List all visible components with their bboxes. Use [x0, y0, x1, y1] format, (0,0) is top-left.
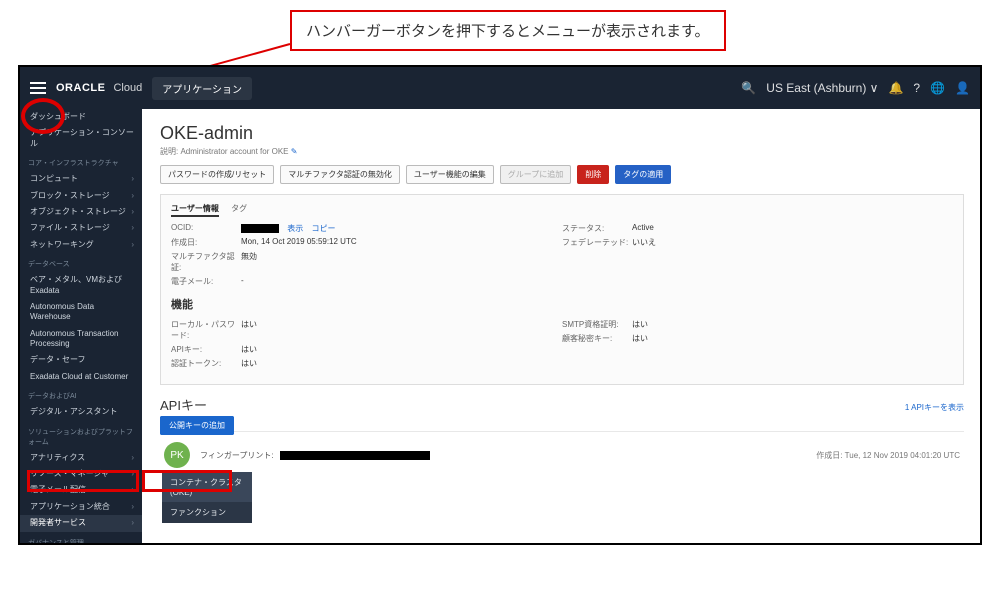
- highlight-dev-services: [27, 470, 139, 492]
- chevron-right-icon: ›: [131, 518, 134, 528]
- federated-value: いいえ: [632, 237, 656, 248]
- chevron-right-icon: ›: [131, 174, 134, 184]
- edit-icon[interactable]: ✎: [291, 147, 298, 156]
- status-value: Active: [632, 223, 654, 234]
- sidebar-item-bm-vm-exadata[interactable]: ベア・メタル、VMおよびExadata: [20, 272, 142, 299]
- custkey-label: 顧客秘密キー:: [562, 333, 632, 344]
- api-show-all-link[interactable]: 1 APIキーを表示: [905, 402, 964, 413]
- sidebar-group-data-ai: データおよびAI: [20, 385, 142, 404]
- region-selector[interactable]: US East (Ashburn) ∨: [766, 81, 878, 95]
- avatar: PK: [164, 442, 190, 468]
- help-icon[interactable]: ?: [913, 81, 920, 95]
- email-value: -: [241, 276, 244, 287]
- submenu-functions[interactable]: ファンクション: [162, 502, 252, 523]
- api-keys-heading: APIキー: [160, 395, 207, 414]
- user-icon[interactable]: 👤: [955, 81, 970, 95]
- sidebar-item-compute[interactable]: コンピュート›: [20, 171, 142, 187]
- globe-icon[interactable]: 🌐: [930, 81, 945, 95]
- page-title: OKE-admin: [160, 123, 964, 144]
- sidebar-group-solutions: ソリューションおよびプラットフォーム: [20, 421, 142, 450]
- page-subtitle: 説明: Administrator account for OKE ✎: [160, 146, 964, 157]
- sidebar-item-object-storage[interactable]: オブジェクト・ストレージ›: [20, 204, 142, 220]
- chevron-right-icon: ›: [131, 191, 134, 201]
- api-key-row: PK フィンガープリント: 作成日: Tue, 12 Nov 2019 04:0…: [160, 431, 964, 478]
- edit-user-caps-button[interactable]: ユーザー機能の編集: [406, 165, 494, 184]
- delete-button[interactable]: 削除: [577, 165, 609, 184]
- chevron-right-icon: ›: [131, 207, 134, 217]
- tab-tags[interactable]: タグ: [231, 204, 247, 215]
- ocid-redacted: [241, 224, 279, 233]
- highlight-hamburger-circle: [21, 98, 65, 134]
- api-date-label: 作成日:: [816, 451, 842, 460]
- sidebar-group-db: データベース: [20, 253, 142, 272]
- sidebar-item-analytics[interactable]: アナリティクス›: [20, 450, 142, 466]
- apikey-value: はい: [241, 344, 257, 355]
- custkey-value: はい: [632, 333, 648, 344]
- federated-label: フェデレーテッド:: [562, 237, 632, 248]
- apikey-label: APIキー:: [171, 344, 241, 355]
- sidebar-item-app-integration[interactable]: アプリケーション統合›: [20, 499, 142, 515]
- callout-hamburger: ハンバーガーボタンを押下するとメニューが表示されます。: [290, 10, 726, 51]
- capabilities-heading: 機能: [171, 296, 953, 312]
- created-value: Mon, 14 Oct 2019 05:59:12 UTC: [241, 237, 357, 248]
- reset-password-button[interactable]: パスワードの作成/リセット: [160, 165, 274, 184]
- localpw-value: はい: [241, 319, 257, 341]
- sidebar-item-exacc[interactable]: Exadata Cloud at Customer: [20, 369, 142, 385]
- topbar: ORACLE Cloud アプリケーション 🔍 US East (Ashburn…: [20, 67, 980, 109]
- sidebar-item-adw[interactable]: Autonomous Data Warehouse: [20, 299, 142, 326]
- sidebar-item-block-storage[interactable]: ブロック・ストレージ›: [20, 188, 142, 204]
- authtoken-value: はい: [241, 358, 257, 369]
- smtp-value: はい: [632, 319, 648, 330]
- apps-dropdown[interactable]: アプリケーション: [152, 77, 252, 100]
- localpw-label: ローカル・パスワード:: [171, 319, 241, 341]
- email-label: 電子メール:: [171, 276, 241, 287]
- status-label: ステータス:: [562, 223, 632, 234]
- disable-mfa-button[interactable]: マルチファクタ認証の無効化: [280, 165, 400, 184]
- sidebar-group-core: コア・インフラストラクチャ: [20, 152, 142, 171]
- main-content: OKE-admin 説明: Administrator account for …: [142, 109, 980, 543]
- sidebar-item-data-safe[interactable]: データ・セーフ: [20, 352, 142, 368]
- add-public-key-button[interactable]: 公開キーの追加: [160, 416, 234, 435]
- sidebar-item-networking[interactable]: ネットワーキング›: [20, 237, 142, 253]
- ocid-copy-link[interactable]: コピー: [311, 224, 335, 233]
- authtoken-label: 認証トークン:: [171, 358, 241, 369]
- sidebar-item-file-storage[interactable]: ファイル・ストレージ›: [20, 220, 142, 236]
- sidebar-group-governance: ガバナンスと管理: [20, 532, 142, 543]
- created-label: 作成日:: [171, 237, 241, 248]
- tabs: ユーザー情報 タグ: [171, 203, 953, 214]
- chevron-right-icon: ›: [131, 223, 134, 233]
- notification-icon[interactable]: 🔔: [888, 81, 903, 95]
- sidebar-item-digital-assistant[interactable]: デジタル・アシスタント: [20, 404, 142, 420]
- brand-suffix: Cloud: [113, 82, 142, 94]
- apply-tags-button[interactable]: タグの適用: [615, 165, 671, 184]
- brand: ORACLE: [56, 82, 105, 94]
- chevron-right-icon: ›: [131, 453, 134, 463]
- search-icon[interactable]: 🔍: [741, 81, 756, 95]
- chevron-right-icon: ›: [131, 502, 134, 512]
- mfa-label: マルチファクタ認証:: [171, 251, 241, 273]
- ocid-label: OCID:: [171, 223, 241, 234]
- topbar-right: 🔍 US East (Ashburn) ∨ 🔔 ? 🌐 👤: [741, 81, 970, 95]
- highlight-container-cluster: [142, 470, 232, 492]
- hamburger-button[interactable]: [30, 82, 46, 94]
- tab-user-info[interactable]: ユーザー情報: [171, 204, 219, 217]
- fingerprint-redacted: [280, 451, 430, 460]
- add-to-group-button[interactable]: グループに追加: [500, 165, 572, 184]
- smtp-label: SMTP資格証明:: [562, 319, 632, 330]
- ocid-show-link[interactable]: 表示: [287, 224, 303, 233]
- sidebar-item-atp[interactable]: Autonomous Transaction Processing: [20, 326, 142, 353]
- sidebar-item-developer-services[interactable]: 開発者サービス›: [20, 515, 142, 531]
- api-date-value: Tue, 12 Nov 2019 04:01:20 UTC: [845, 451, 960, 460]
- user-info-panel: ユーザー情報 タグ OCID: 表示 コピー 作成日:Mon, 14 Oct 2…: [160, 194, 964, 385]
- action-row: パスワードの作成/リセット マルチファクタ認証の無効化 ユーザー機能の編集 グル…: [160, 165, 964, 184]
- fingerprint-label: フィンガープリント:: [200, 450, 274, 461]
- mfa-value: 無効: [241, 251, 257, 273]
- chevron-right-icon: ›: [131, 240, 134, 250]
